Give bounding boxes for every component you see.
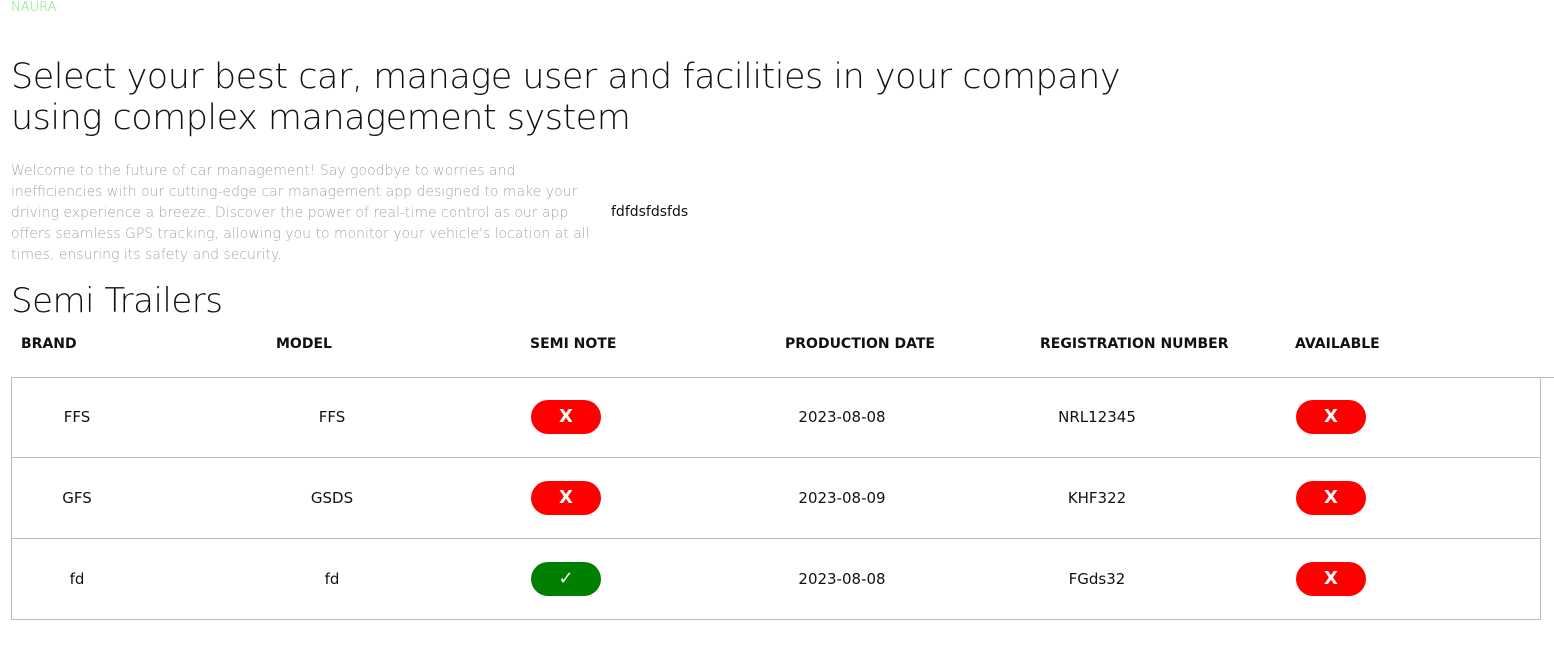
table-row: fd fd ✓ 2023-08-08 FGds32 X — [12, 539, 1540, 619]
hero-title: Select your best car, manage user and fa… — [11, 57, 1121, 138]
cell-production-date: 2023-08-08 — [798, 570, 886, 588]
available-status-badge[interactable]: X — [1296, 562, 1366, 596]
section-title: Semi Trailers — [11, 281, 223, 321]
cell-model: GSDS — [310, 489, 354, 507]
side-text: fdfdsfdsfds — [611, 204, 689, 220]
hero-description: Welcome to the future of car management!… — [11, 163, 590, 263]
header-brand: BRAND — [21, 336, 77, 352]
cell-production-date: 2023-08-09 — [798, 489, 886, 507]
cell-registration-number: KHF322 — [1067, 489, 1127, 507]
available-status-badge[interactable]: X — [1296, 481, 1366, 515]
available-status-badge[interactable]: X — [1296, 400, 1366, 434]
semi-note-status-badge[interactable]: X — [531, 481, 601, 515]
table-row: GFS GSDS X 2023-08-09 KHF322 X — [12, 458, 1540, 539]
header-production-date: PRODUCTION DATE — [785, 336, 935, 352]
table-header: BRAND MODEL SEMI NOTE PRODUCTION DATE RE… — [11, 336, 1541, 358]
header-model: MODEL — [276, 336, 332, 352]
cell-model: FFS — [318, 408, 346, 426]
brand-logo[interactable]: NAURA — [11, 0, 57, 15]
cell-registration-number: FGds32 — [1068, 570, 1126, 588]
cell-registration-number: NRL12345 — [1058, 408, 1136, 426]
semi-note-status-badge[interactable]: X — [531, 400, 601, 434]
table-body: FFS FFS X 2023-08-08 NRL12345 X GFS GSDS… — [11, 377, 1541, 620]
table-row: FFS FFS X 2023-08-08 NRL12345 X — [12, 377, 1540, 458]
semi-note-status-badge[interactable]: ✓ — [531, 562, 601, 596]
header-available: AVAILABLE — [1295, 336, 1380, 352]
cell-brand: FFS — [63, 408, 91, 426]
header-semi-note: SEMI NOTE — [530, 336, 617, 352]
cell-brand: fd — [69, 570, 85, 588]
header-registration-number: REGISTRATION NUMBER — [1040, 336, 1229, 352]
cell-brand: GFS — [62, 489, 92, 507]
cell-production-date: 2023-08-08 — [798, 408, 886, 426]
cell-model: fd — [324, 570, 340, 588]
